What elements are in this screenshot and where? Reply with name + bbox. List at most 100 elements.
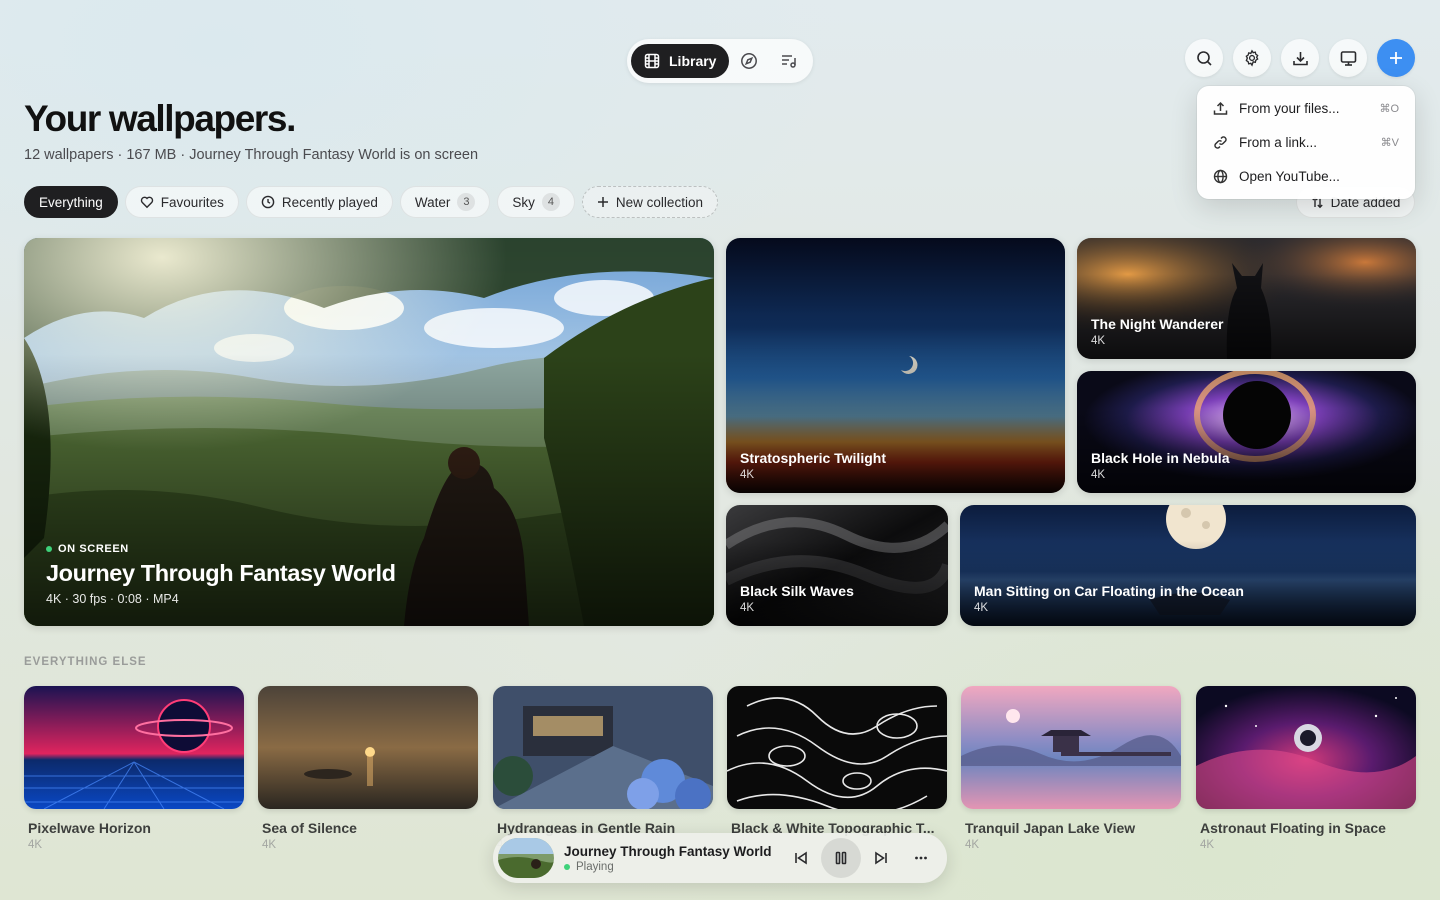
add-wallpaper-button[interactable] [1377, 39, 1415, 77]
wallpaper-resolution: 4K [740, 469, 755, 481]
display-button[interactable] [1329, 39, 1367, 77]
search-button[interactable] [1185, 39, 1223, 77]
hero-meta: 4K · 30 fps · 0:08 · MP4 [46, 592, 179, 606]
globe-icon [1213, 169, 1229, 184]
wallpaper-name: Pixelwave Horizon [28, 820, 151, 836]
wallpaper-resolution: 4K [1200, 839, 1215, 851]
hero-title: Journey Through Fantasy World [46, 560, 396, 586]
filter-sky[interactable]: Sky 4 [497, 186, 575, 218]
hero-wallpaper-card[interactable]: ON SCREEN Journey Through Fantasy World … [24, 238, 714, 626]
status-dot [564, 863, 570, 870]
previous-button[interactable] [781, 838, 821, 878]
menu-item-from-link[interactable]: From a link... ⌘V [1197, 125, 1415, 159]
section-heading: EVERYTHING ELSE [24, 656, 147, 668]
filter-label: Water [414, 194, 451, 210]
wallpaper-resolution: 4K [28, 839, 43, 851]
view-switcher: Library [627, 39, 813, 83]
search-icon [1196, 50, 1213, 67]
wallpaper-tile[interactable]: Pixelwave Horizon 4K [24, 686, 244, 851]
link-icon [1213, 135, 1229, 150]
wallpaper-resolution: 4K [1091, 335, 1106, 347]
wallpaper-name: Black Hole in Nebula [1091, 450, 1230, 466]
pause-button[interactable] [821, 838, 861, 878]
settings-button[interactable] [1233, 39, 1271, 77]
wallpaper-name: Black Silk Waves [740, 583, 854, 599]
wallpaper-name: Man Sitting on Car Floating in the Ocean [974, 583, 1244, 599]
tab-library-label: Library [669, 53, 717, 69]
now-playing-info: Journey Through Fantasy World Playing [564, 844, 781, 873]
monitor-icon [1340, 50, 1357, 67]
tab-discover[interactable] [729, 44, 769, 78]
compass-icon [740, 52, 758, 70]
wallpaper-tile[interactable]: Sea of Silence 4K [258, 686, 478, 851]
filter-label: Sky [512, 194, 535, 210]
card-caption: Man Sitting on Car Floating in the Ocean… [974, 583, 1244, 614]
filter-label: New collection [615, 194, 703, 210]
wallpaper-resolution: 4K [1091, 469, 1106, 481]
download-icon [1292, 50, 1309, 67]
menu-item-label: Open YouTube... [1239, 168, 1340, 184]
card-caption: Black Hole in Nebula 4K [1091, 450, 1229, 481]
ellipsis-icon [913, 850, 929, 866]
now-playing-status: Playing [564, 861, 781, 873]
menu-item-label: From your files... [1239, 100, 1340, 116]
status-dot [46, 546, 52, 552]
card-caption: The Night Wanderer 4K [1091, 316, 1224, 347]
wallpaper-thumbnail [727, 686, 947, 809]
tab-library[interactable]: Library [631, 44, 730, 78]
wallpaper-resolution: 4K [740, 602, 755, 614]
on-screen-label: ON SCREEN [58, 543, 129, 555]
wallpaper-name: The Night Wanderer [1091, 316, 1224, 332]
wallpaper-resolution: 4K [262, 839, 277, 851]
filter-label: Recently played [281, 194, 378, 210]
filter-everything[interactable]: Everything [24, 186, 118, 218]
wallpaper-thumbnail [1196, 686, 1416, 809]
page-subtitle: 12 wallpapers · 167 MB · Journey Through… [24, 147, 479, 163]
wallpaper-resolution: 4K [965, 839, 980, 851]
card-caption: Stratospheric Twilight 4K [740, 450, 886, 481]
count-badge: 4 [541, 193, 560, 211]
wallpaper-card[interactable]: Man Sitting on Car Floating in the Ocean… [960, 505, 1416, 626]
filter-label: Everything [39, 194, 103, 210]
tab-playlists[interactable] [769, 44, 809, 78]
playlist-icon [780, 52, 798, 70]
menu-item-shortcut: ⌘V [1380, 136, 1399, 149]
wallpaper-tile[interactable]: Astronaut Floating in Space 4K [1196, 686, 1416, 851]
new-collection-button[interactable]: New collection [581, 186, 718, 218]
pause-icon [833, 850, 849, 866]
menu-item-label: From a link... [1239, 134, 1318, 150]
filter-favourites[interactable]: Favourites [124, 186, 239, 218]
clock-icon [261, 195, 275, 209]
next-button[interactable] [861, 838, 901, 878]
card-caption: Black Silk Waves 4K [740, 583, 854, 614]
wallpaper-name: Astronaut Floating in Space [1200, 820, 1386, 836]
download-button[interactable] [1281, 39, 1319, 77]
wallpaper-card[interactable]: Stratospheric Twilight 4K [726, 238, 1065, 493]
wallpaper-card[interactable]: The Night Wanderer 4K [1077, 238, 1416, 359]
gear-icon [1243, 49, 1261, 67]
skip-forward-icon [873, 850, 889, 866]
heart-icon [140, 195, 154, 209]
add-menu: From your files... ⌘O From a link... ⌘V … [1197, 86, 1415, 199]
filter-water[interactable]: Water 3 [399, 186, 491, 218]
wallpaper-tile[interactable]: Tranquil Japan Lake View 4K [961, 686, 1181, 851]
now-playing-thumbnail[interactable] [498, 838, 554, 878]
filter-bar: Everything Favourites Recently played Wa… [24, 186, 718, 218]
now-playing-bar: Journey Through Fantasy World Playing [493, 833, 947, 883]
now-playing-title: Journey Through Fantasy World [564, 843, 772, 859]
menu-item-from-files[interactable]: From your files... ⌘O [1197, 91, 1415, 125]
wallpaper-resolution: 4K [974, 602, 989, 614]
wallpaper-tile[interactable]: Hydrangeas in Gentle Rain 4K [493, 686, 713, 851]
on-screen-badge: ON SCREEN [46, 543, 396, 555]
wallpaper-card[interactable]: Black Silk Waves 4K [726, 505, 948, 626]
status-label: Playing [576, 860, 614, 873]
plus-icon [1388, 50, 1404, 66]
more-options-button[interactable] [901, 838, 941, 878]
plus-icon [597, 196, 609, 208]
menu-item-open-youtube[interactable]: Open YouTube... [1197, 159, 1415, 193]
wallpaper-tile[interactable]: Black & White Topographic T... 4K [727, 686, 947, 851]
filter-recently-played[interactable]: Recently played [245, 186, 393, 218]
film-icon [644, 53, 660, 69]
wallpaper-card[interactable]: Black Hole in Nebula 4K [1077, 371, 1416, 493]
wallpaper-thumbnail [258, 686, 478, 809]
